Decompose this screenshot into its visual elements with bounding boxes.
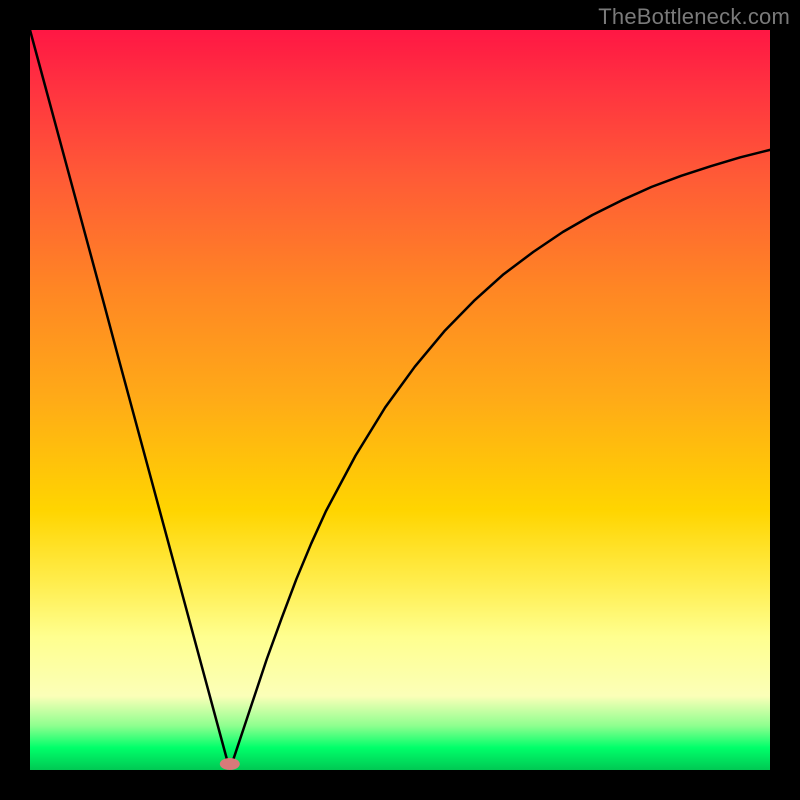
plot-area	[30, 30, 770, 770]
min-marker	[220, 758, 240, 770]
bottleneck-curve	[30, 30, 770, 770]
chart-container: TheBottleneck.com	[0, 0, 800, 800]
curve-layer	[30, 30, 770, 770]
watermark-text: TheBottleneck.com	[598, 4, 790, 30]
